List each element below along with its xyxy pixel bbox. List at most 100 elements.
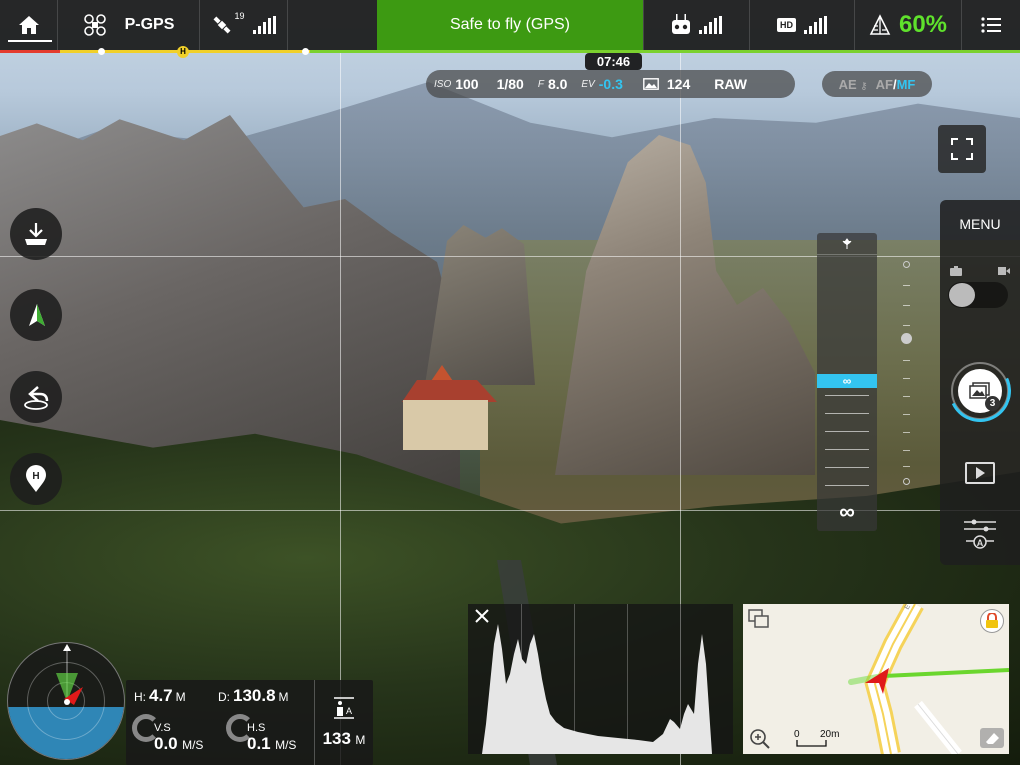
image-format: RAW — [714, 76, 747, 92]
ae-af-controls[interactable]: AE ⚷ AF/MF — [822, 71, 932, 97]
distance-label: D: — [218, 690, 230, 704]
gps-signal-bars — [252, 16, 276, 34]
focus-infinity-button[interactable]: ∞ — [817, 499, 877, 525]
focus-position-indicator[interactable]: ∞ — [817, 374, 877, 388]
altitude-limit-unit: M — [355, 732, 366, 747]
return-to-home-button[interactable] — [10, 371, 62, 423]
attitude-radar[interactable] — [7, 642, 125, 760]
remote-controller-signal-button[interactable] — [643, 0, 750, 50]
battery-icon — [869, 14, 891, 35]
burst-count-badge: 3 — [985, 396, 1000, 411]
horizontal-speed-unit: M/S — [275, 738, 297, 752]
clear-flight-path-button[interactable] — [980, 728, 1004, 748]
iso-label: ISO — [434, 78, 452, 90]
horizontal-speed-readout: H.S 0.1 M/S — [247, 723, 296, 754]
map-zoom-button[interactable] — [749, 728, 771, 750]
gps-signal-button[interactable]: 19 — [200, 0, 288, 50]
flight-status-text: Safe to fly (GPS) — [449, 16, 571, 33]
distance-readout: D: 130.8 M — [218, 686, 289, 706]
close-icon — [475, 609, 489, 623]
home-icon — [18, 16, 39, 34]
vertical-speed-readout: V.S 0.0 M/S — [154, 723, 203, 754]
remote-controller-icon — [672, 14, 690, 34]
mini-map[interactable]: E 0 20m — [743, 604, 1009, 754]
flight-mode-label: P-GPS — [124, 16, 175, 33]
video-signal-bars — [804, 16, 827, 34]
fullscreen-button[interactable] — [938, 125, 986, 173]
flight-mode-button[interactable]: P-GPS — [58, 0, 200, 50]
focus-tick — [825, 467, 869, 468]
playback-button[interactable] — [965, 462, 995, 484]
map-scale-end: 20m — [820, 729, 840, 740]
hd-badge: HD — [777, 18, 796, 32]
battery-marker — [302, 48, 309, 55]
vertical-speed-value: 0.0 — [154, 734, 178, 753]
focus-tick — [825, 485, 869, 486]
map-lock-button[interactable] — [980, 609, 1004, 633]
svg-text:A: A — [977, 538, 984, 548]
height-label: H: — [134, 690, 146, 704]
map-view-switch-button[interactable] — [748, 609, 770, 629]
distance-unit: M — [278, 690, 289, 704]
telemetry-readout: H: 4.7 M D: 130.8 M V.S 0.0 M/S H.S 0.1 … — [126, 680, 373, 765]
shutter-inner: 3 — [958, 369, 1002, 413]
focus-tick — [825, 395, 869, 396]
satellite-count: 19 — [234, 11, 245, 21]
map-scale-bar: 0 20m — [794, 729, 849, 749]
ev-label: EV — [581, 78, 595, 90]
distance-value: 130.8 — [233, 686, 276, 705]
scale-ruler — [796, 740, 827, 747]
focus-tick — [825, 413, 869, 414]
ev-value: -0.3 — [598, 76, 623, 92]
histogram-graph — [482, 624, 712, 754]
photos-remaining: 124 — [666, 76, 691, 92]
aircraft-icon — [83, 14, 106, 36]
monastery — [397, 365, 497, 450]
photo-video-toggle[interactable] — [948, 270, 1008, 308]
focus-near-button[interactable] — [817, 233, 877, 255]
battery-button[interactable]: 60% — [855, 0, 962, 50]
intelligent-flight-mode-button[interactable] — [10, 289, 62, 341]
altitude-limit-value: 133 — [322, 728, 351, 748]
auto-takeoff-button[interactable] — [10, 208, 62, 260]
eraser-icon — [986, 733, 999, 744]
battery-critical-zone — [0, 50, 60, 53]
home-button[interactable] — [0, 0, 58, 50]
altitude-limit-readout[interactable]: A 133 M — [315, 680, 373, 765]
camera-settings-button[interactable]: A — [960, 518, 1000, 552]
shutter-button[interactable]: 3 — [940, 351, 1020, 431]
vertical-speed-unit: M/S — [182, 738, 204, 752]
camera-parameters-bar[interactable]: ISO 100 1/80 F 8.0 EV -0.3 124 RAW — [426, 70, 795, 98]
home-underline — [8, 40, 52, 42]
iso-value: 100 — [455, 76, 479, 92]
camera-settings-icon: A — [964, 519, 996, 549]
macro-flower-icon — [842, 237, 852, 249]
horizontal-speed-value: 0.1 — [247, 734, 271, 753]
ae-lock-button[interactable]: AE ⚷ — [839, 77, 868, 92]
horizontal-speed-label: H.S — [247, 722, 266, 734]
battery-marker — [98, 48, 105, 55]
af-mf-toggle[interactable]: AF/MF — [876, 77, 916, 92]
height-readout: H: 4.7 M — [134, 686, 186, 706]
vertical-speed-label: V.S — [154, 722, 171, 734]
switch-view-icon — [748, 609, 769, 628]
home-point-button[interactable]: H — [10, 453, 62, 505]
rc-signal-bars — [699, 16, 722, 34]
histogram-panel — [468, 604, 733, 754]
camera-menu-button[interactable]: MENU — [940, 216, 1020, 232]
svg-text:A: A — [346, 706, 352, 716]
flight-status-banner[interactable]: Safe to fly (GPS) — [377, 0, 643, 50]
general-settings-button[interactable] — [962, 0, 1020, 50]
list-menu-icon — [981, 17, 1001, 33]
map-roads: E — [848, 604, 1009, 754]
manual-focus-slider[interactable]: ∞ ∞ — [817, 233, 877, 531]
gimbal-pitch-knob[interactable] — [901, 333, 912, 344]
home-point-icon: H — [26, 465, 46, 492]
zoom-in-icon — [750, 729, 770, 749]
battery-percentage: 60% — [898, 11, 948, 38]
histogram-close-button[interactable] — [474, 608, 490, 628]
shutter-speed: 1/80 — [496, 76, 524, 92]
video-signal-button[interactable]: HD — [750, 0, 855, 50]
af-label: AF — [875, 76, 893, 92]
return-home-icon — [24, 386, 49, 410]
